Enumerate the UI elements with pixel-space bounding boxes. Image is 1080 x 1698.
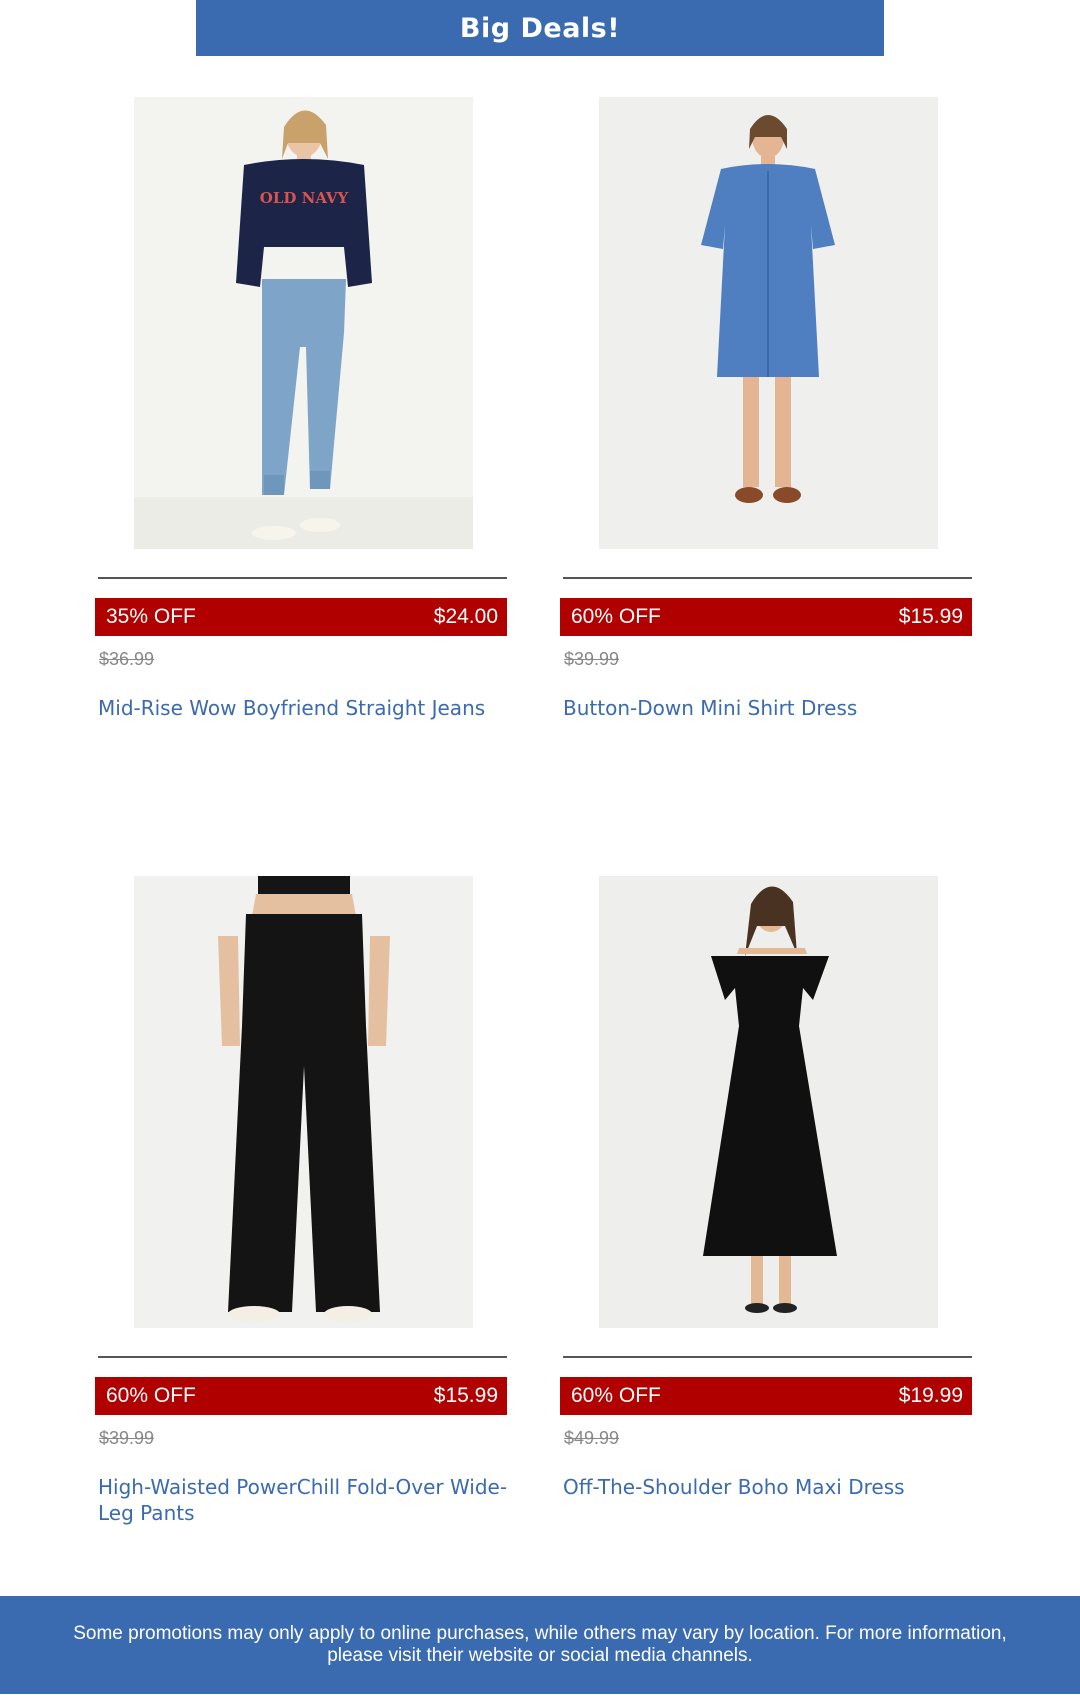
product-name-link[interactable]: Off-The-Shoulder Boho Maxi Dress — [563, 1474, 973, 1500]
original-price: $36.99 — [99, 649, 155, 669]
model-black-wide-leg-pants-image — [134, 876, 473, 1328]
big-deals-banner: Big Deals! — [196, 0, 884, 56]
discount-label: 60% OFF — [571, 1384, 661, 1407]
promotions-disclaimer: Some promotions may only apply to online… — [0, 1596, 1080, 1694]
discount-label: 35% OFF — [106, 605, 196, 628]
product-image-jeans[interactable]: OLD NAVY — [134, 97, 473, 549]
discount-label: 60% OFF — [571, 605, 661, 628]
product-image-maxi-dress[interactable] — [599, 876, 938, 1328]
deal-bar: 60% OFF $15.99 — [95, 1377, 507, 1415]
banner-title: Big Deals! — [459, 12, 621, 44]
model-black-maxi-dress-image — [599, 876, 938, 1328]
original-price: $49.99 — [564, 1428, 620, 1448]
discount-label: 60% OFF — [106, 1384, 196, 1407]
sale-price: $15.99 — [433, 1384, 498, 1407]
sale-price: $24.00 — [433, 605, 498, 628]
product-image-shirt-dress[interactable] — [599, 97, 938, 549]
divider — [98, 1356, 507, 1358]
deal-bar: 60% OFF $15.99 — [560, 598, 972, 636]
divider — [563, 1356, 972, 1358]
deal-bar: 35% OFF $24.00 — [95, 598, 507, 636]
sale-price: $19.99 — [898, 1384, 963, 1407]
original-price: $39.99 — [564, 649, 620, 669]
product-image-wide-leg-pants[interactable] — [134, 876, 473, 1328]
divider — [98, 577, 507, 579]
product-card: OLD NAVY 35% OFF $24.00 $36.99 Mid-Rise … — [95, 97, 515, 797]
deal-bar: 60% OFF $19.99 — [560, 1377, 972, 1415]
disclaimer-text: Some promotions may only apply to online… — [73, 1623, 1007, 1666]
divider — [563, 577, 972, 579]
product-card: 60% OFF $19.99 $49.99 Off-The-Shoulder B… — [560, 876, 980, 1576]
product-name-link[interactable]: Button-Down Mini Shirt Dress — [563, 695, 973, 721]
model-denim-shirt-dress-image — [599, 97, 938, 549]
product-name-link[interactable]: High-Waisted PowerChill Fold-Over Wide-L… — [98, 1474, 508, 1526]
product-card: 60% OFF $15.99 $39.99 Button-Down Mini S… — [560, 97, 980, 797]
product-name-link[interactable]: Mid-Rise Wow Boyfriend Straight Jeans — [98, 695, 508, 721]
product-card: 60% OFF $15.99 $39.99 High-Waisted Power… — [95, 876, 515, 1576]
original-price: $39.99 — [99, 1428, 155, 1448]
svg-text:OLD NAVY: OLD NAVY — [260, 189, 349, 207]
model-sweatshirt-jeans-image: OLD NAVY — [134, 97, 473, 549]
sale-price: $15.99 — [898, 605, 963, 628]
